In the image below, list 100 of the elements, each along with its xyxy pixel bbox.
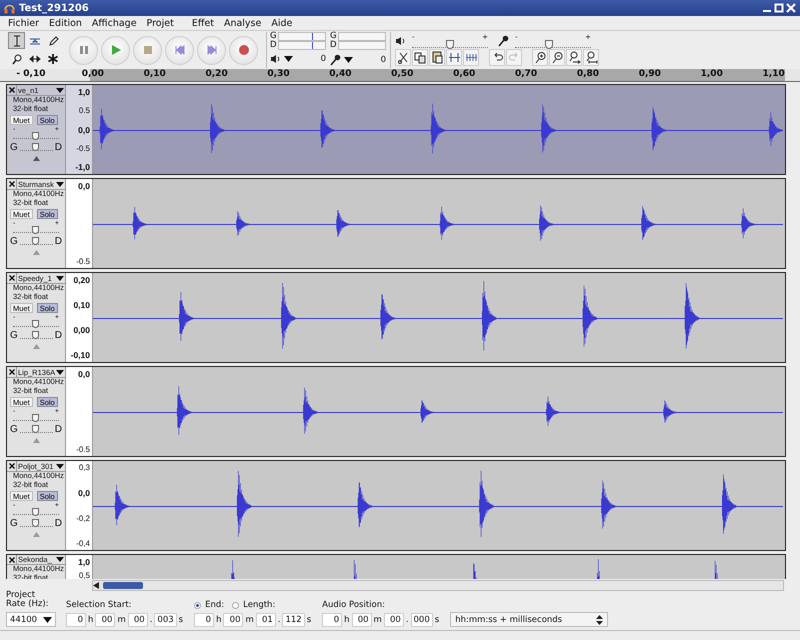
collapse-triangle-icon[interactable] xyxy=(32,156,40,161)
edit-tool-button[interactable] xyxy=(583,49,599,66)
ruler-label: 0,20 xyxy=(204,69,229,81)
transport-button[interactable] xyxy=(165,36,194,64)
gain-slider[interactable] xyxy=(13,509,59,515)
ruler-label: 0,10 xyxy=(142,69,167,81)
time-field[interactable]: 00 xyxy=(223,613,244,627)
time-unit: s xyxy=(178,615,184,625)
transport-button[interactable] xyxy=(229,36,258,64)
menu-item[interactable]: Aide xyxy=(271,18,292,28)
time-field[interactable]: 00 xyxy=(352,613,372,627)
close-icon[interactable] xyxy=(786,3,796,13)
dropdown-arrow-icon[interactable] xyxy=(344,57,353,63)
time-field[interactable]: 003 xyxy=(154,613,177,627)
scale-label: 0,0 xyxy=(78,124,90,134)
edit-tool-button[interactable] xyxy=(395,49,411,66)
time-field[interactable]: 0 xyxy=(322,613,342,627)
edit-tool-button[interactable] xyxy=(532,49,548,66)
close-track-button[interactable] xyxy=(7,179,17,189)
dropdown-arrow-icon xyxy=(56,88,64,92)
asterisk-icon xyxy=(46,52,58,64)
close-track-button[interactable] xyxy=(7,85,17,95)
pan-left-label: G xyxy=(10,424,18,435)
scale-label: -0.5 xyxy=(76,257,90,266)
radio-button[interactable]: Length: xyxy=(232,600,276,610)
gain-slider[interactable] xyxy=(13,415,59,421)
pan-left-label: G xyxy=(10,236,18,247)
time-field[interactable]: 112 xyxy=(282,613,305,627)
pan-slider[interactable] xyxy=(20,426,53,433)
slider-thumb[interactable] xyxy=(545,40,554,48)
microphone-icon[interactable] xyxy=(330,54,341,66)
dropdown-arrow-icon[interactable] xyxy=(284,56,293,62)
edit-tool-button[interactable] xyxy=(412,49,428,66)
pan-right-label: D xyxy=(54,236,62,247)
dropdown-arrow-icon xyxy=(56,370,64,374)
ruler-label: - 0,10 xyxy=(15,69,46,81)
menu-item[interactable]: Affichage xyxy=(92,18,137,28)
pan-slider[interactable] xyxy=(20,238,53,245)
menu-item[interactable]: Projet xyxy=(146,18,174,28)
close-icon xyxy=(8,87,14,93)
radio-button[interactable]: End: xyxy=(194,600,224,610)
time-field[interactable]: 00 xyxy=(95,613,116,627)
gain-slider[interactable] xyxy=(13,321,59,327)
menu-item[interactable]: Effet xyxy=(192,18,214,28)
time-unit: m xyxy=(372,615,383,625)
scale-label: 0,5 xyxy=(78,571,90,579)
scale-label: 0,3 xyxy=(78,463,90,472)
scale-label: -0,2 xyxy=(76,514,90,523)
speaker-icon[interactable] xyxy=(270,54,281,64)
pan-slider[interactable] xyxy=(20,144,53,151)
tool-button[interactable] xyxy=(8,32,25,49)
edit-tool-button[interactable] xyxy=(429,49,445,66)
time-field[interactable]: 0 xyxy=(66,613,86,627)
channel-label: D xyxy=(330,41,338,50)
time-format-dropdown[interactable]: hh:mm:ss + milliseconds xyxy=(450,612,608,627)
headphones-icon xyxy=(4,2,15,14)
menu-item[interactable]: Fichier xyxy=(8,18,40,28)
transport-button[interactable] xyxy=(69,36,98,64)
meter-bar xyxy=(278,41,326,50)
transport-button[interactable] xyxy=(101,36,130,64)
transport-button[interactable] xyxy=(197,36,226,64)
close-icon xyxy=(8,463,14,469)
close-track-button[interactable] xyxy=(7,367,17,377)
pan-slider[interactable] xyxy=(20,332,53,339)
edit-tool-button[interactable] xyxy=(446,49,462,66)
edit-tool-button[interactable] xyxy=(566,49,582,66)
menu-item[interactable]: Analyse xyxy=(224,18,262,28)
close-icon xyxy=(8,275,14,281)
close-track-button[interactable] xyxy=(7,273,17,283)
gain-slider[interactable] xyxy=(13,133,59,139)
scroll-left-arrow-icon[interactable] xyxy=(93,582,99,589)
close-track-button[interactable] xyxy=(7,555,17,564)
scale-label: -0.5 xyxy=(76,445,90,454)
dropdown-arrow-icon xyxy=(56,464,64,468)
close-track-button[interactable] xyxy=(7,461,17,471)
scrollbar-thumb[interactable] xyxy=(103,582,143,589)
ruler-label: 1,10 xyxy=(762,69,786,81)
pan-slider[interactable] xyxy=(20,520,53,527)
time-ruler[interactable]: - 0,10 0,00 0,10 0,20 0,30 0,40 0,50 0,60 0,70 0,80 0,90 1,00 1,10 xyxy=(0,69,800,82)
zoom-out-icon xyxy=(550,51,564,64)
edit-tool-button[interactable] xyxy=(489,49,505,66)
time-field[interactable]: 0 xyxy=(194,613,214,627)
pan-left-label: G xyxy=(10,330,18,341)
menu-item[interactable]: Edition xyxy=(49,18,82,28)
maximize-icon[interactable] xyxy=(774,3,784,13)
horizontal-scrollbar[interactable] xyxy=(92,580,784,591)
ruler-label: 0,80 xyxy=(576,69,600,81)
time-field[interactable]: 00 xyxy=(128,613,148,627)
gain-slider[interactable] xyxy=(13,227,59,233)
dropdown-arrow-icon xyxy=(43,616,52,622)
slider-thumb[interactable] xyxy=(446,40,454,48)
scale-label: -0,4 xyxy=(76,539,90,548)
time-field[interactable]: 000 xyxy=(410,613,433,627)
edit-tool-button[interactable] xyxy=(549,49,565,66)
time-field[interactable]: 00 xyxy=(384,613,404,627)
speaker-icon xyxy=(395,36,406,46)
time-unit: . xyxy=(276,615,282,625)
project-rate-dropdown[interactable]: 44100 xyxy=(6,612,56,627)
time-field[interactable]: 01 xyxy=(256,613,276,627)
pan-right-label: D xyxy=(54,330,62,341)
